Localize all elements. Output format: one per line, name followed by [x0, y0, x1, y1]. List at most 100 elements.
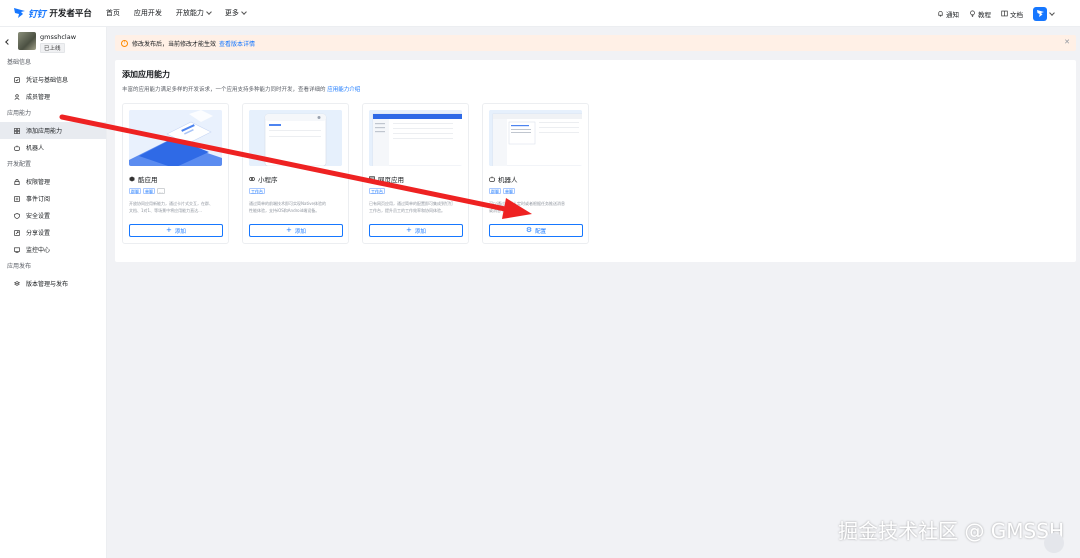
- sidebar-item-share[interactable]: 分享设置: [0, 224, 106, 241]
- app-name: gmsshclaw: [40, 33, 77, 41]
- plus-icon: +: [406, 226, 412, 234]
- card-description: 可以通过机器人定时或者根据任务推送消息 或消息卡片，提高...: [489, 200, 583, 214]
- version-detail-link[interactable]: 查看版本详情: [219, 39, 255, 48]
- card-tags: 工作台: [249, 188, 267, 194]
- sidebar-item-events[interactable]: 事件订阅: [0, 190, 106, 207]
- card-title-text: 小程序: [258, 176, 278, 184]
- page-title: 添加应用能力: [122, 70, 170, 79]
- avatar-logo-icon: [1036, 10, 1044, 17]
- card-desc-line: 工作台，提升员工的工作效率和协同体验。: [369, 208, 445, 213]
- sidebar-item-members[interactable]: 成员管理: [0, 88, 106, 105]
- card-title: 小程序: [249, 174, 278, 184]
- back-icon[interactable]: [5, 39, 11, 45]
- top-nav: 首页 应用开发 开放能力 更多: [106, 8, 260, 18]
- event-icon: [14, 195, 20, 202]
- logo-word: 钉钉: [28, 9, 46, 20]
- sidebar-item-label: 成员管理: [26, 94, 51, 101]
- group-dev-config: 开发配置: [7, 161, 32, 168]
- robot-illustration: [489, 110, 582, 166]
- sidebar-item-security[interactable]: 安全设置: [0, 207, 106, 224]
- docs-link[interactable]: 文档: [1001, 9, 1023, 19]
- help-fab[interactable]: [1044, 533, 1064, 553]
- card-description: 开放协同应用新能力，通过卡片式交互，在群、 文档、1对1、等场景中将应用能力直达…: [129, 200, 223, 214]
- card-desc-line: 文档、1对1、等场景中将应用能力直达...: [129, 208, 202, 213]
- sidebar-item-label: 权限管理: [26, 179, 51, 186]
- notice-banner: ! 修改发布后，当前修改才能生效 查看版本详情 ✕: [115, 35, 1076, 51]
- tag: 单聊: [503, 188, 515, 194]
- sidebar: gmsshclaw 已上线 基础信息 凭证与基础信息 成员管理 应用能力 添加应…: [0, 27, 107, 558]
- page-description-text: 丰富的应用能力满足多样的开发诉求，一个应用支持多种能力同时开发，查看详细的: [122, 87, 326, 93]
- add-cool-app-button[interactable]: + 添加: [129, 224, 223, 237]
- logo[interactable]: 钉钉 开发者平台: [13, 7, 92, 20]
- card-tags: 工作台: [369, 188, 387, 194]
- group-app-capability: 应用能力: [7, 110, 32, 117]
- capability-card-mini-program: 小程序 工作台 通过简单的前端技术即可实现Native体验的 性能体验，支持iO…: [242, 103, 349, 244]
- nav-app-dev-label: 应用开发: [133, 9, 162, 17]
- tutorial-link[interactable]: 教程: [969, 9, 991, 19]
- capability-card-robot: 机器人 群聊 单聊 可以通过机器人定时或者根据任务推送消息 或消息卡片，提高..…: [482, 103, 589, 244]
- sidebar-item-credentials[interactable]: 凭证与基础信息: [0, 71, 106, 88]
- sidebar-item-label: 分享设置: [26, 230, 51, 237]
- card-title: 网页应用: [369, 174, 404, 184]
- sidebar-item-label: 凭证与基础信息: [26, 77, 69, 84]
- close-icon[interactable]: ✕: [1064, 39, 1070, 46]
- mini-program-illustration: [249, 110, 342, 166]
- chevron-down-icon[interactable]: [1049, 9, 1055, 16]
- tag: 工作台: [369, 188, 385, 194]
- capability-intro-link[interactable]: 应用能力介绍: [327, 87, 360, 93]
- link-icon: [249, 177, 255, 181]
- card-title: 酷应用: [129, 174, 158, 184]
- share-icon: [14, 229, 20, 236]
- sidebar-item-label: 监控中心: [26, 247, 51, 254]
- tag: 群聊: [489, 188, 501, 194]
- nav-home[interactable]: 首页: [106, 8, 120, 18]
- user-icon: [14, 93, 20, 100]
- sidebar-item-monitor[interactable]: 监控中心: [0, 241, 106, 258]
- nav-app-dev[interactable]: 应用开发: [134, 8, 162, 18]
- gear-icon: ⚙: [525, 226, 533, 234]
- add-web-app-button[interactable]: + 添加: [369, 224, 463, 237]
- app-header: gmsshclaw 已上线: [0, 27, 106, 54]
- monitor-icon: [14, 246, 20, 253]
- shield-icon: [14, 212, 20, 219]
- card-desc-line: 开放协同应用新能力，通过卡片式交互，在群、: [129, 201, 213, 206]
- chevron-down-icon: [206, 9, 212, 15]
- user-avatar[interactable]: [1033, 6, 1047, 21]
- group-basic-info: 基础信息: [7, 59, 32, 66]
- nav-more-label: 更多: [224, 9, 239, 17]
- status-badge: 已上线: [40, 43, 65, 53]
- notifications-link[interactable]: 通知: [937, 9, 959, 19]
- docs-icon: [1001, 10, 1008, 17]
- web-app-illustration: [369, 110, 462, 166]
- chevron-down-icon: [241, 9, 247, 15]
- page-description: 丰富的应用能力满足多样的开发诉求，一个应用支持多种能力同时开发，查看详细的 应用…: [122, 85, 360, 93]
- sidebar-item-versions[interactable]: 版本管理与发布: [0, 275, 106, 292]
- watermark: 掘金技术社区 @ GMSSH: [838, 519, 1064, 543]
- nav-more[interactable]: 更多: [224, 8, 247, 18]
- app-avatar: [18, 32, 36, 50]
- info-icon: !: [121, 39, 128, 47]
- bulb-icon: [970, 10, 975, 17]
- lock-icon: [14, 178, 20, 185]
- notice-text: 修改发布后，当前修改才能生效: [132, 40, 217, 48]
- sidebar-item-add-capability[interactable]: 添加应用能力: [0, 122, 106, 139]
- nav-open-capability-label: 开放能力: [175, 9, 204, 17]
- card-description: 已有网页应用，通过简单的配置即可集成到钉钉 工作台，提升员工的工作效率和协同体验…: [369, 200, 463, 214]
- plus-icon: +: [286, 226, 292, 234]
- card-title-text: 酷应用: [138, 176, 158, 184]
- sidebar-item-label: 机器人: [26, 145, 45, 152]
- capability-card-cool-app: 酷应用 群聊 单聊 ... 开放协同应用新能力，通过卡片式交互，在群、 文档、1…: [122, 103, 229, 244]
- sidebar-item-label: 版本管理与发布: [26, 281, 69, 288]
- configure-robot-button[interactable]: ⚙ 配置: [489, 224, 583, 237]
- add-mini-program-button[interactable]: + 添加: [249, 224, 343, 237]
- group-app-release: 应用发布: [7, 263, 32, 270]
- sidebar-item-label: 安全设置: [26, 213, 51, 220]
- platform-title: 开发者平台: [49, 9, 92, 19]
- sidebar-item-permissions[interactable]: 权限管理: [0, 173, 106, 190]
- sidebar-item-robot[interactable]: 机器人: [0, 139, 106, 156]
- robot-icon: [14, 145, 20, 151]
- cube-icon: [129, 176, 135, 182]
- cool-app-preview: [129, 110, 222, 166]
- robot-icon: [489, 176, 495, 182]
- nav-open-capability[interactable]: 开放能力: [175, 8, 212, 18]
